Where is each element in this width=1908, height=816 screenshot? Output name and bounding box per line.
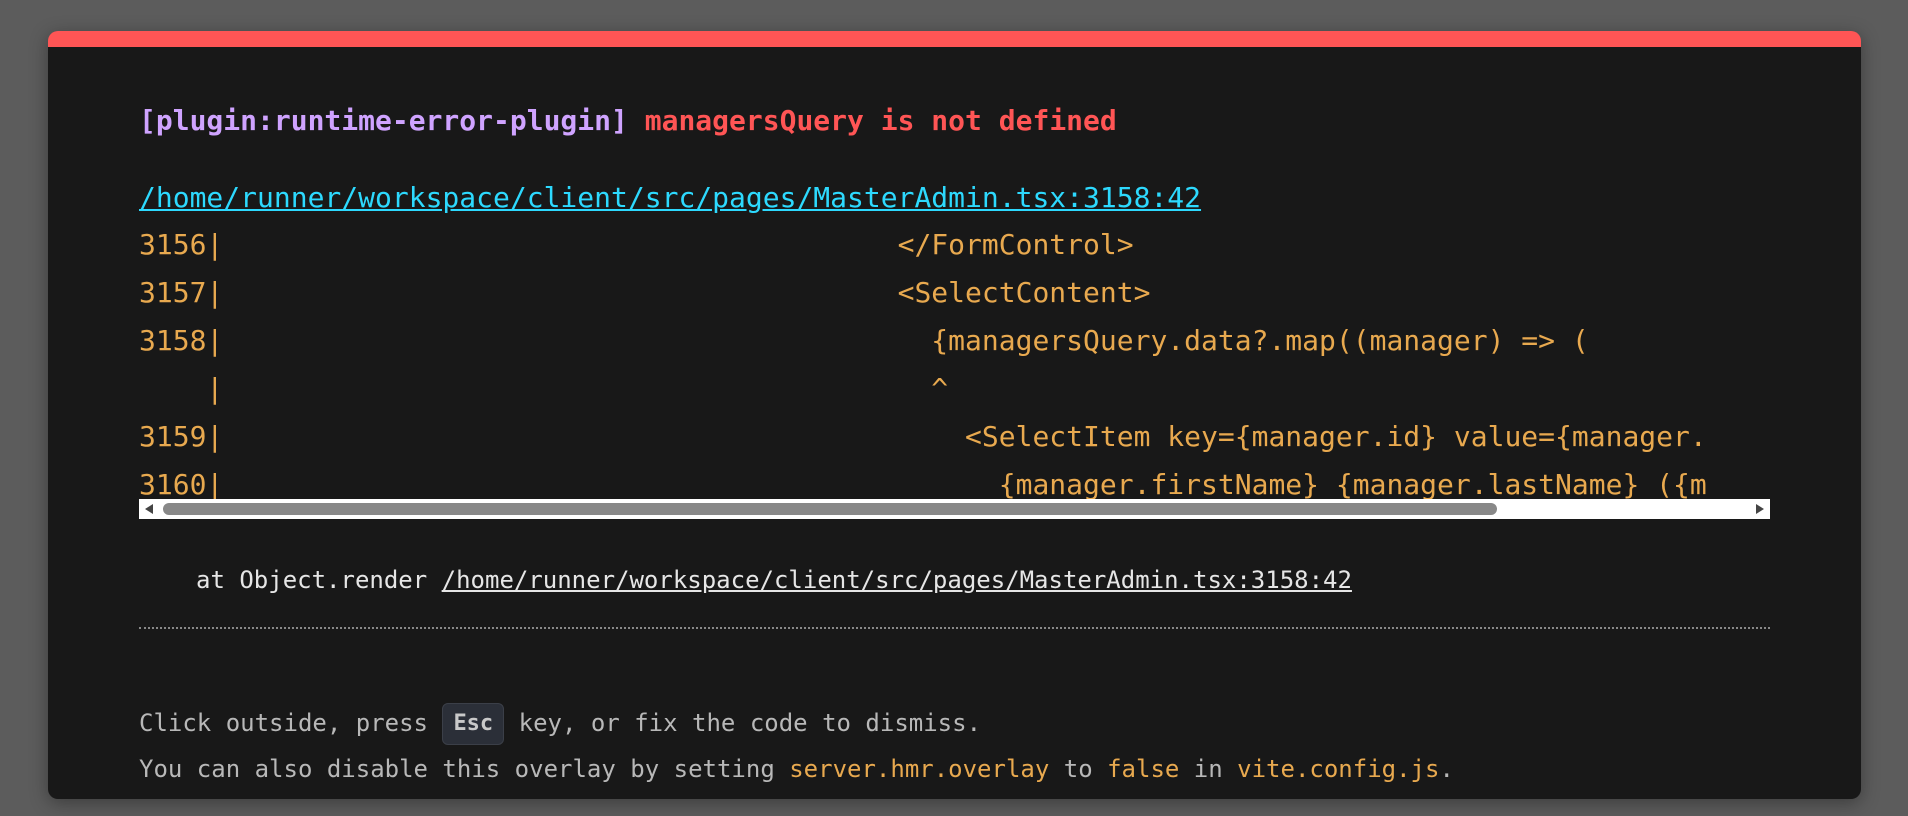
error-message: [plugin:runtime-error-plugin] managersQu…	[139, 104, 1117, 137]
tip-text: Click outside, press	[139, 709, 443, 737]
plugin-tag: [plugin:runtime-error-plugin]	[139, 104, 628, 137]
tip-text: key, or fix the code to dismiss.	[504, 709, 982, 737]
code-line: 3156| </FormControl>	[139, 228, 1134, 261]
code-line: 3158| {managersQuery.data?.map((manager)…	[139, 324, 1589, 357]
tip-text: to	[1049, 755, 1108, 783]
config-file: vite.config.js	[1237, 755, 1440, 783]
code-line: 3159| <SelectItem key={manager.id} value…	[139, 420, 1707, 453]
config-value: false	[1107, 755, 1180, 783]
code-frame[interactable]: 3156| </FormControl> 3157| <SelectConten…	[139, 225, 1770, 539]
overlay-config-tip: You can also disable this overlay by set…	[139, 755, 1454, 783]
stack-prefix: at Object.render	[196, 566, 442, 594]
scroll-right-arrow-icon[interactable]	[1756, 504, 1764, 514]
error-file-link[interactable]: /home/runner/workspace/client/src/pages/…	[139, 181, 1201, 214]
error-text: managersQuery is not defined	[644, 104, 1117, 137]
stack-file-link[interactable]: /home/runner/workspace/client/src/pages/…	[442, 566, 1352, 594]
esc-key-badge: Esc	[442, 703, 505, 745]
dismiss-tip: Click outside, press Esc key, or fix the…	[139, 703, 981, 745]
stack-trace: at Object.render /home/runner/workspace/…	[196, 566, 1352, 594]
code-caret-line: | ^	[139, 372, 949, 405]
divider	[139, 627, 1770, 629]
code-line: 3157| <SelectContent>	[139, 276, 1151, 309]
horizontal-scrollbar[interactable]	[139, 499, 1770, 519]
tip-text: .	[1439, 755, 1454, 783]
tip-text: You can also disable this overlay by set…	[139, 755, 790, 783]
tip-text: in	[1179, 755, 1238, 783]
error-overlay-window: [plugin:runtime-error-plugin] managersQu…	[48, 31, 1861, 799]
config-key: server.hmr.overlay	[789, 755, 1050, 783]
scroll-thumb[interactable]	[163, 503, 1497, 515]
scroll-left-arrow-icon[interactable]	[145, 504, 153, 514]
